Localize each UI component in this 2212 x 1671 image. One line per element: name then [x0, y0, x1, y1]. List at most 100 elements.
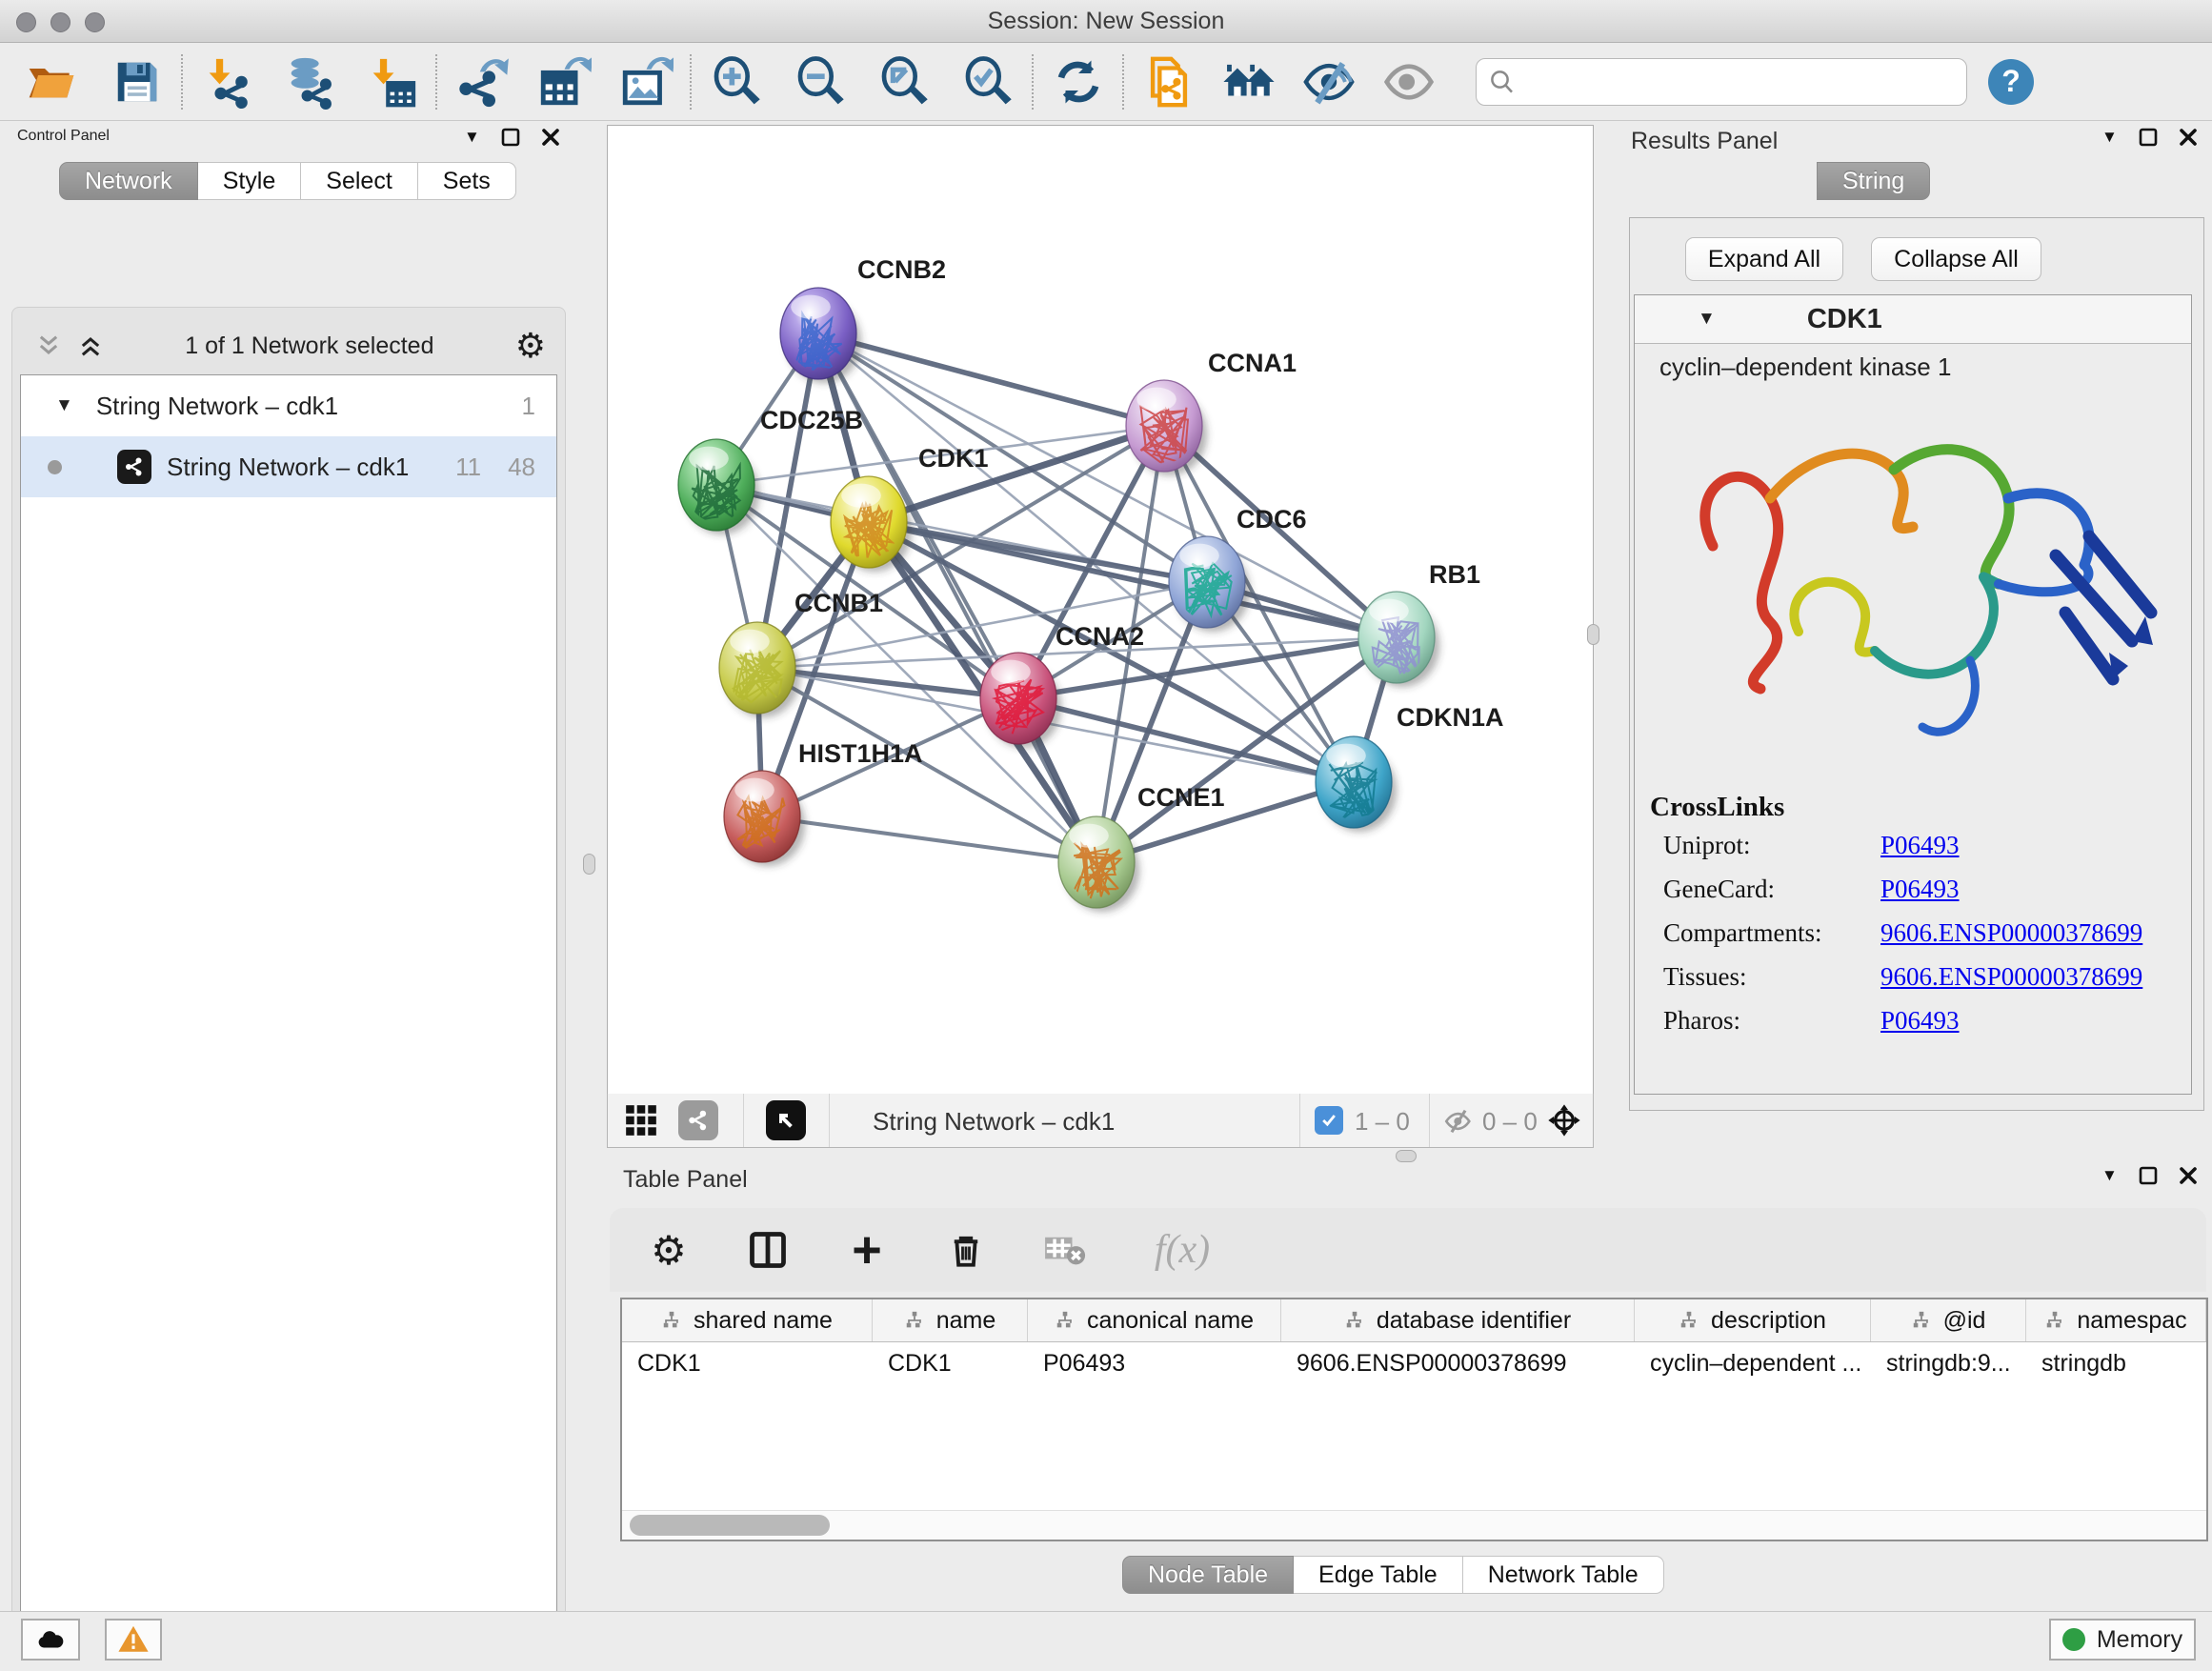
eye-icon: [1382, 55, 1436, 109]
import-table-from-file-button[interactable]: [361, 51, 422, 112]
show-all-button[interactable]: [1378, 51, 1439, 112]
crosslink-link[interactable]: P06493: [1880, 831, 1960, 860]
column-header--id[interactable]: @id: [1871, 1299, 2026, 1341]
column-header-name[interactable]: name: [873, 1299, 1028, 1341]
refresh-button[interactable]: [1048, 51, 1109, 112]
selected-checkbox[interactable]: [1315, 1106, 1343, 1135]
open-session-button[interactable]: [21, 51, 82, 112]
edge-HIST1H1A-CCNE1[interactable]: [762, 816, 1096, 862]
memory-button[interactable]: Memory: [2049, 1619, 2196, 1661]
cdk1-entry-header[interactable]: ▼ CDK1: [1635, 295, 2191, 344]
crosslink-label: Uniprot:: [1635, 831, 1880, 860]
eye-slash-icon: [1301, 54, 1357, 110]
function-builder-button[interactable]: f(x): [1139, 1225, 1225, 1275]
tab-node-table[interactable]: Node Table: [1122, 1556, 1294, 1594]
network-canvas[interactable]: CCNB2CCNA1CDC25BCDK1CDC6RB1CCNB1CCNA2CDK…: [607, 125, 1594, 1096]
edge-CCNB2-CCNA1[interactable]: [818, 333, 1164, 426]
panel-close-icon[interactable]: [541, 128, 560, 147]
tab-sets[interactable]: Sets: [418, 162, 516, 200]
first-neighbors-button[interactable]: [1218, 51, 1279, 112]
column-header-namespac[interactable]: namespac: [2026, 1299, 2206, 1341]
crosslink-link[interactable]: P06493: [1880, 1006, 1960, 1036]
edge-CDKN1A-CCNE1[interactable]: [1096, 782, 1354, 862]
network-edge-count: 48: [508, 453, 535, 482]
panel-maximize-icon[interactable]: [2139, 1166, 2158, 1185]
table-horizontal-scrollbar[interactable]: [622, 1510, 2206, 1540]
column-header-description[interactable]: description: [1635, 1299, 1871, 1341]
crosslink-link[interactable]: P06493: [1880, 875, 1960, 904]
entry-description: cyclin–dependent kinase 1: [1635, 344, 2191, 390]
hide-selected-button[interactable]: [1298, 51, 1359, 112]
export-network-icon: [454, 54, 510, 110]
export-image-button[interactable]: [615, 51, 676, 112]
panel-close-icon[interactable]: [2179, 128, 2198, 147]
network-share-view-icon[interactable]: [678, 1100, 718, 1140]
tab-edge-table[interactable]: Edge Table: [1294, 1556, 1463, 1594]
show-column-button[interactable]: [743, 1225, 793, 1275]
save-session-button[interactable]: [107, 51, 168, 112]
tab-select[interactable]: Select: [301, 162, 417, 200]
network-row[interactable]: String Network – cdk1 11 48: [21, 436, 556, 497]
crosslink-link[interactable]: 9606.ENSP00000378699: [1880, 918, 2142, 948]
table-cell[interactable]: CDK1: [622, 1342, 873, 1384]
expand-all-networks-icon[interactable]: [77, 332, 104, 359]
table-cell[interactable]: P06493: [1028, 1342, 1281, 1384]
save-icon: [111, 56, 163, 108]
column-header-shared-name[interactable]: shared name: [622, 1299, 873, 1341]
panel-float-icon[interactable]: ▼: [2101, 1166, 2118, 1185]
import-network-from-file-button[interactable]: [197, 51, 258, 112]
collapse-all-button[interactable]: Collapse All: [1871, 237, 2041, 281]
panel-close-icon[interactable]: [2179, 1166, 2198, 1185]
delete-column-button[interactable]: [941, 1225, 991, 1275]
column-header-canonical-name[interactable]: canonical name: [1028, 1299, 1281, 1341]
table-cell[interactable]: 9606.ENSP00000378699: [1281, 1342, 1635, 1384]
cloud-status-button[interactable]: [21, 1619, 80, 1661]
duplicate-network-button[interactable]: [1138, 51, 1199, 112]
table-cell[interactable]: cyclin–dependent ...: [1635, 1342, 1871, 1384]
left-splitter-handle[interactable]: [583, 854, 595, 875]
create-column-button[interactable]: +: [842, 1225, 892, 1275]
zoom-in-button[interactable]: [706, 51, 767, 112]
crosslink-link[interactable]: 9606.ENSP00000378699: [1880, 962, 2142, 992]
edge-CCNB2-RB1[interactable]: [818, 333, 1397, 637]
right-splitter-handle[interactable]: [1587, 624, 1599, 645]
table-row[interactable]: CDK1CDK1P064939606.ENSP00000378699cyclin…: [622, 1342, 2206, 1384]
zoom-out-button[interactable]: [790, 51, 851, 112]
table-options-button[interactable]: ⚙: [644, 1225, 694, 1275]
tab-network-table[interactable]: Network Table: [1463, 1556, 1664, 1594]
zoom-selected-button[interactable]: [957, 51, 1018, 112]
tab-network[interactable]: Network: [59, 162, 198, 200]
search-input[interactable]: [1517, 68, 1920, 96]
expand-all-button[interactable]: Expand All: [1685, 237, 1843, 281]
panel-maximize-icon[interactable]: [501, 128, 520, 147]
panel-maximize-icon[interactable]: [2139, 128, 2158, 147]
search-field[interactable]: [1476, 58, 1967, 106]
panel-float-icon[interactable]: ▼: [2101, 128, 2118, 147]
tab-style[interactable]: Style: [198, 162, 302, 200]
birds-eye-view-icon[interactable]: [766, 1100, 806, 1140]
network-options-gear-icon[interactable]: ⚙: [515, 326, 546, 366]
warnings-button[interactable]: [105, 1619, 162, 1661]
pan-crosshair-icon[interactable]: [1545, 1101, 1583, 1139]
table-cell[interactable]: stringdb:9...: [1871, 1342, 2026, 1384]
toolbar-separator: [1122, 54, 1125, 110]
network-collection-row[interactable]: ▼ String Network – cdk1 1: [21, 375, 556, 436]
entry-collapse-icon[interactable]: ▼: [1698, 309, 1716, 330]
import-network-from-database-button[interactable]: [279, 51, 340, 112]
column-header-database-identifier[interactable]: database identifier: [1281, 1299, 1635, 1341]
duplicate-network-icon: [1141, 54, 1196, 110]
table-cell[interactable]: stringdb: [2026, 1342, 2206, 1384]
node-layer: CCNB2CCNA1CDC25BCDK1CDC6RB1CCNB1CCNA2CDK…: [678, 255, 1504, 912]
zoom-fit-content-button[interactable]: [874, 51, 935, 112]
panel-float-icon[interactable]: ▼: [464, 128, 480, 147]
help-button[interactable]: ?: [1988, 59, 2034, 105]
scrollbar-thumb[interactable]: [630, 1515, 830, 1536]
table-cell[interactable]: CDK1: [873, 1342, 1028, 1384]
export-table-button[interactable]: [533, 51, 594, 112]
delete-table-button[interactable]: [1040, 1225, 1090, 1275]
grid-view-icon[interactable]: [623, 1102, 659, 1138]
collapse-all-networks-icon[interactable]: [35, 332, 62, 359]
export-network-button[interactable]: [452, 51, 513, 112]
collection-collapse-icon[interactable]: ▼: [55, 395, 73, 416]
tab-string[interactable]: String: [1817, 162, 1930, 200]
